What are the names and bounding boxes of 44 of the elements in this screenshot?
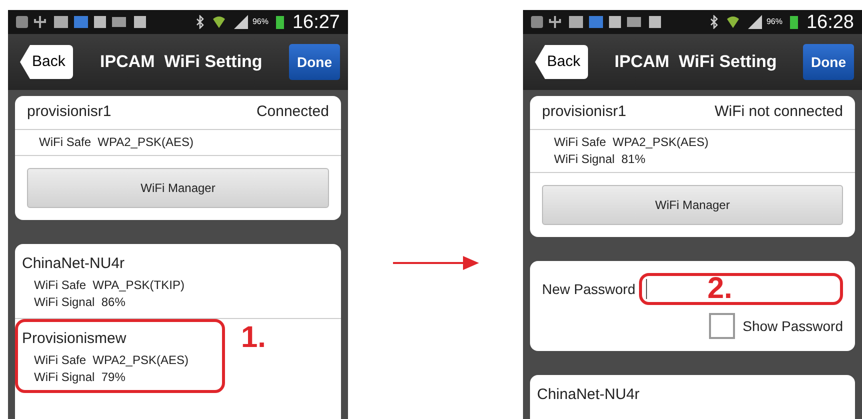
screen-title: IPCAM WiFi Setting: [614, 51, 778, 74]
show-password-label: Show Password: [742, 316, 843, 336]
wifi-manager-button[interactable]: WiFi Manager: [542, 185, 843, 225]
network-detail: WiFi Safe WPA2_PSK(AES): [554, 134, 710, 151]
network-item[interactable]: ChinaNet-NU4r WiFi Safe WPA_PSK(TKIP) WiFi Signal 86%: [15, 244, 225, 318]
clock-time: 16:28: [806, 12, 854, 32]
network-name: ChinaNet-NU4r: [537, 385, 641, 405]
done-button[interactable]: Done: [289, 44, 340, 80]
connection-status: Connected: [256, 102, 329, 122]
password-field[interactable]: 2.: [639, 273, 843, 305]
bluetooth-icon: [196, 15, 204, 29]
network-name: ChinaNet-NU4r: [22, 254, 126, 274]
network-detail: WiFi Signal 86%: [33, 294, 126, 311]
network-name: Provisionismew: [22, 329, 128, 349]
battery-percent: 96%: [252, 16, 268, 28]
screen-title: IPCAM WiFi Setting: [99, 51, 264, 74]
network-detail: WiFi Signal 81%: [554, 151, 646, 168]
signal-icon: [234, 15, 248, 29]
step-number-label: 1.: [241, 323, 266, 353]
battery-icon: [790, 15, 798, 29]
wifi-manager-button[interactable]: WiFi Manager: [27, 168, 329, 208]
network-detail: WiFi Safe WPA2_PSK(AES): [33, 352, 190, 369]
network-item[interactable]: ChinaNet-NU4r: [530, 375, 740, 415]
network-name: provisionisr1: [27, 102, 112, 122]
back-button[interactable]: Back: [535, 45, 588, 79]
network-detail: WiFi Safe WPA_PSK(TKIP): [33, 277, 186, 294]
wifi-icon: [726, 15, 740, 29]
wifi-icon: [212, 15, 226, 29]
back-button[interactable]: Back: [20, 45, 74, 79]
show-password-checkbox[interactable]: [708, 313, 735, 339]
step-number-label: 2.: [707, 274, 732, 304]
battery-percent: 96%: [766, 16, 782, 28]
arrow-icon: [392, 254, 478, 270]
done-button[interactable]: Done: [803, 44, 854, 80]
signal-icon: [748, 15, 762, 29]
clock-time: 16:27: [292, 12, 340, 32]
network-detail: WiFi Safe WPA2_PSK(AES): [39, 134, 194, 151]
battery-icon: [276, 15, 284, 29]
password-label: New Password: [542, 280, 636, 298]
bluetooth-icon: [710, 15, 718, 29]
network-detail: WiFi Signal 79%: [33, 369, 126, 386]
network-item[interactable]: Provisionismew WiFi Safe WPA2_PSK(AES) WiFi Signal 79%: [15, 319, 225, 393]
connection-status: WiFi not connected: [714, 102, 843, 122]
network-name: provisionisr1: [542, 102, 626, 122]
